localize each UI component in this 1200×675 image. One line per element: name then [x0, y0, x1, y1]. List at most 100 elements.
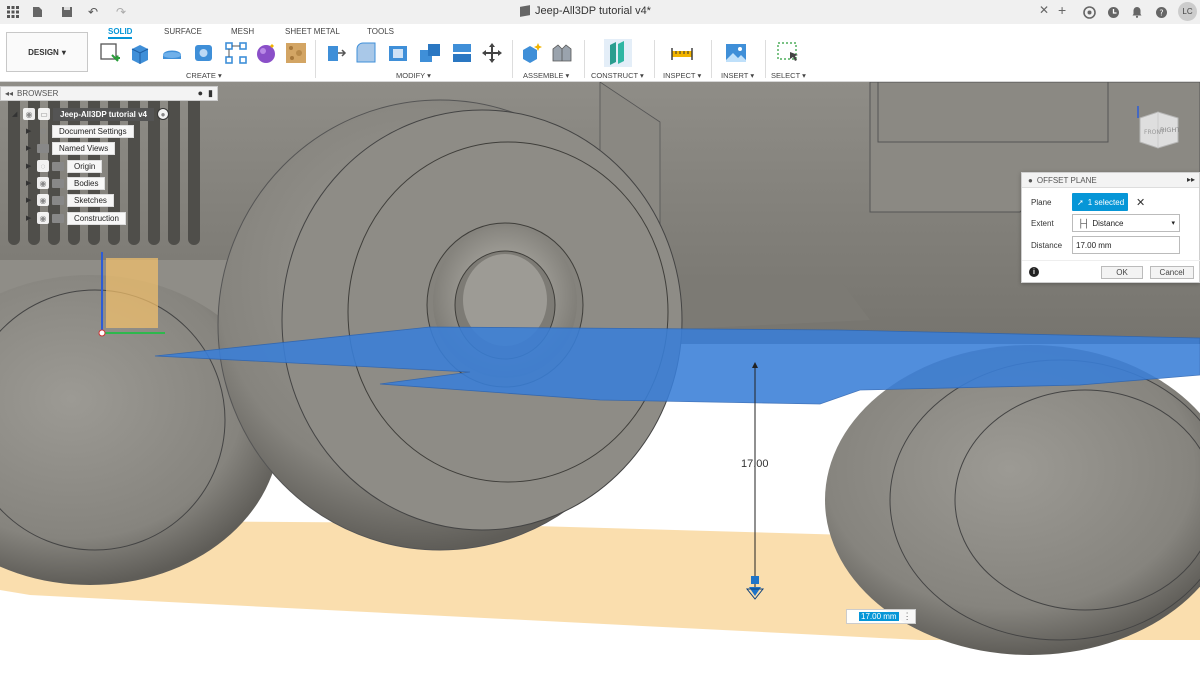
- browser-root-label[interactable]: Jeep-All3DP tutorial v4: [53, 107, 154, 121]
- construct-group-label[interactable]: CONSTRUCT ▾: [591, 71, 644, 80]
- pin-icon[interactable]: ▮: [208, 88, 213, 99]
- extensions-icon[interactable]: [1080, 3, 1098, 21]
- expand-arrow-icon[interactable]: ▶: [26, 214, 34, 222]
- workspace-label: DESIGN: [28, 47, 59, 57]
- expand-arrow-icon[interactable]: ▶: [26, 179, 34, 187]
- browser-item-label[interactable]: Sketches: [67, 193, 114, 207]
- redo-icon[interactable]: ↷: [112, 3, 130, 21]
- workspace-switcher-button[interactable]: DESIGN ▾: [6, 32, 88, 72]
- browser-item-sketches[interactable]: ▶ ◉ Sketches: [26, 193, 114, 207]
- activate-component-icon[interactable]: ●: [157, 108, 169, 120]
- new-tab-icon[interactable]: +: [1058, 2, 1066, 18]
- group-separator: [315, 40, 316, 78]
- insert-group-label[interactable]: INSERT ▾: [721, 71, 754, 80]
- view-cube[interactable]: FRONT RIGHT: [1136, 106, 1182, 152]
- measure-icon[interactable]: [670, 41, 694, 65]
- browser-item-label[interactable]: Document Settings: [52, 124, 134, 138]
- tab-tools[interactable]: TOOLS: [367, 27, 394, 36]
- combine-icon[interactable]: [418, 41, 442, 65]
- assemble-group-label[interactable]: ASSEMBLE ▾: [523, 71, 569, 80]
- minimize-icon[interactable]: ●: [198, 88, 203, 99]
- user-initials: LC: [1182, 7, 1193, 16]
- decal-icon[interactable]: [284, 41, 308, 65]
- browser-panel: ◂◂ BROWSER ● ▮ ◢ ◉ ▭ Jeep-All3DP tutoria…: [0, 86, 218, 226]
- browser-item-construction[interactable]: ▶ ◉ Construction: [26, 211, 126, 225]
- revolve-icon[interactable]: [160, 41, 184, 65]
- press-pull-icon[interactable]: [324, 41, 348, 65]
- expand-arrow-icon[interactable]: ▶: [26, 162, 34, 170]
- tab-sheet-metal[interactable]: SHEET METAL: [285, 27, 340, 36]
- save-icon[interactable]: [58, 3, 76, 21]
- browser-root-item[interactable]: ◢ ◉ ▭ Jeep-All3DP tutorial v4 ●: [12, 107, 169, 121]
- browser-item-bodies[interactable]: ▶ ◉ Bodies: [26, 176, 106, 190]
- plane-selection-button[interactable]: ➚ 1 selected: [1072, 193, 1128, 211]
- split-body-icon[interactable]: [450, 41, 474, 65]
- more-options-icon[interactable]: ⋮: [903, 611, 912, 622]
- create-sketch-icon[interactable]: [98, 41, 122, 65]
- modify-group-label[interactable]: MODIFY ▾: [396, 71, 431, 80]
- offset-plane-icon[interactable]: [604, 39, 632, 67]
- clear-selection-icon[interactable]: ✕: [1136, 196, 1145, 209]
- cursor-arrow-icon: ➚: [1077, 197, 1084, 207]
- origin-axes: [98, 252, 165, 337]
- extent-dropdown[interactable]: ├┤ Distance ▾: [1072, 214, 1180, 232]
- shell-icon[interactable]: [386, 41, 410, 65]
- browser-item-named-views[interactable]: ▶ Named Views: [26, 141, 116, 155]
- file-menu-icon[interactable]: [28, 3, 46, 21]
- visibility-eye-icon[interactable]: ◉: [23, 108, 35, 120]
- notifications-bell-icon[interactable]: [1128, 3, 1146, 21]
- expand-arrow-icon[interactable]: ▶: [26, 127, 34, 135]
- info-icon[interactable]: i: [1029, 267, 1039, 277]
- fillet-icon[interactable]: [354, 41, 378, 65]
- new-component-icon[interactable]: [520, 41, 544, 65]
- help-icon[interactable]: ?: [1152, 3, 1170, 21]
- joint-icon[interactable]: [550, 41, 574, 65]
- inspect-group-label[interactable]: INSPECT ▾: [663, 71, 701, 80]
- viewcube-right-label: RIGHT: [1160, 126, 1180, 134]
- chevron-down-icon: ▾: [1171, 220, 1175, 227]
- browser-item-label[interactable]: Bodies: [67, 176, 106, 190]
- job-status-icon[interactable]: [1104, 3, 1122, 21]
- extrude-icon[interactable]: [128, 41, 152, 65]
- extent-row: Extent ├┤ Distance ▾: [1022, 213, 1200, 233]
- visibility-eye-icon[interactable]: ◌: [37, 160, 49, 172]
- browser-item-label[interactable]: Construction: [67, 211, 126, 225]
- distance-label: Distance: [1031, 240, 1063, 250]
- expand-arrow-icon[interactable]: ◢: [12, 110, 20, 118]
- app-grid-icon[interactable]: [4, 3, 22, 21]
- visibility-eye-icon[interactable]: ◉: [37, 212, 49, 224]
- create-form-icon[interactable]: [254, 41, 278, 65]
- dialog-header: ● OFFSET PLANE ▸▸: [1022, 173, 1199, 188]
- sweep-icon[interactable]: [192, 41, 216, 65]
- group-separator: [584, 40, 585, 78]
- expand-arrow-icon[interactable]: ▶: [26, 144, 34, 152]
- visibility-eye-icon[interactable]: ◉: [37, 177, 49, 189]
- front-tire: [217, 99, 683, 551]
- rectangle-pattern-icon[interactable]: [224, 41, 248, 65]
- create-group-label[interactable]: CREATE ▾: [186, 71, 222, 80]
- expand-arrow-icon[interactable]: ▶: [26, 196, 34, 204]
- select-window-icon[interactable]: [776, 41, 800, 65]
- visibility-eye-icon[interactable]: ◉: [37, 194, 49, 206]
- dimension-input-chip[interactable]: 17.00 mm ⋮: [846, 609, 916, 624]
- cancel-button[interactable]: Cancel: [1150, 266, 1194, 279]
- browser-item-document-settings[interactable]: ▶ ⚙ Document Settings: [26, 124, 134, 138]
- dimension-input-value[interactable]: 17.00 mm: [859, 612, 899, 621]
- close-tab-icon[interactable]: ✕: [1039, 3, 1049, 17]
- user-avatar[interactable]: LC: [1178, 2, 1197, 21]
- expand-dialog-icon[interactable]: ▸▸: [1187, 175, 1195, 184]
- undo-icon[interactable]: ↶: [84, 3, 102, 21]
- collapse-panel-icon[interactable]: ◂◂: [5, 89, 13, 98]
- move-copy-icon[interactable]: [480, 41, 504, 65]
- distance-input[interactable]: [1072, 236, 1180, 254]
- ok-button[interactable]: OK: [1101, 266, 1143, 279]
- browser-item-origin[interactable]: ▶ ◌ Origin: [26, 159, 103, 173]
- select-group-label[interactable]: SELECT ▾: [771, 71, 806, 80]
- tab-surface[interactable]: SURFACE: [164, 27, 202, 36]
- tab-solid[interactable]: SOLID: [108, 27, 133, 39]
- browser-item-label[interactable]: Origin: [67, 159, 103, 173]
- insert-image-icon[interactable]: [724, 41, 748, 65]
- browser-item-label[interactable]: Named Views: [52, 141, 116, 155]
- collapse-dialog-icon[interactable]: ●: [1028, 176, 1033, 185]
- tab-mesh[interactable]: MESH: [231, 27, 254, 36]
